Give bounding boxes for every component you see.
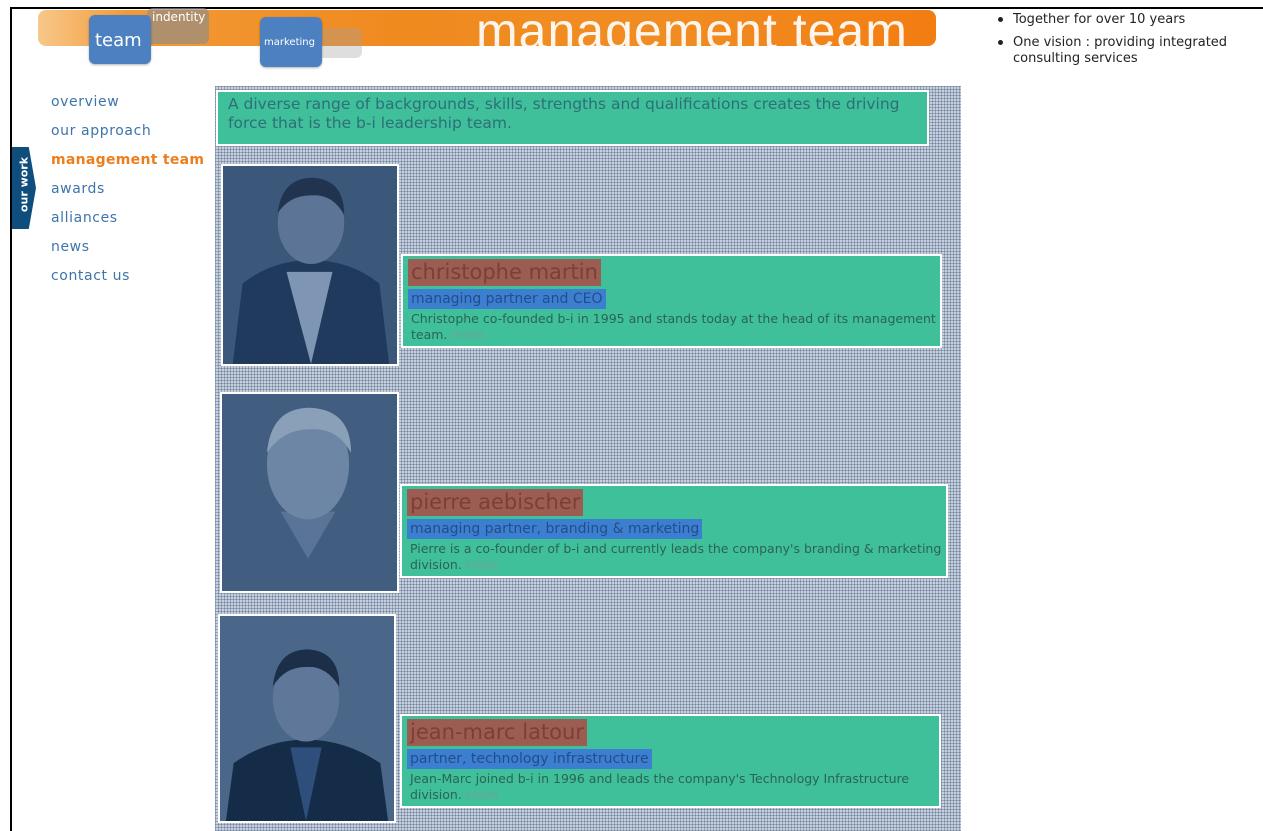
nav-overview[interactable]: overview [51, 93, 204, 122]
identity-tile[interactable]: indentity [147, 8, 209, 44]
nav-our-approach[interactable]: our approach [51, 122, 204, 151]
more-link[interactable]: more [451, 327, 483, 342]
sidebar-nav: overview our approach management team aw… [51, 93, 204, 296]
nav-awards[interactable]: awards [51, 180, 204, 209]
member-name: pierre aebischer [407, 489, 584, 516]
marketing-tile[interactable]: marketing [260, 17, 322, 67]
nav-news[interactable]: news [51, 238, 204, 267]
our-work-label: our work [17, 156, 31, 213]
team-card: jean-marc latour partner, technology inf… [400, 714, 941, 808]
highlights-list: Together for over 10 years One vision : … [996, 12, 1258, 74]
intro-text: A diverse range of backgrounds, skills, … [216, 90, 929, 146]
team-card: christophe martin managing partner and C… [401, 254, 942, 348]
more-link[interactable]: more [466, 557, 498, 572]
member-role: managing partner and CEO [408, 289, 606, 309]
member-description: Christophe co-founded b-i in 1995 and st… [411, 311, 936, 342]
portrait-jean-marc-latour[interactable] [218, 614, 396, 823]
portrait-christophe-martin[interactable] [221, 164, 399, 366]
member-description: Jean-Marc joined b-i in 1996 and leads t… [410, 771, 910, 802]
member-name: christophe martin [408, 259, 601, 286]
nav-contact-us[interactable]: contact us [51, 267, 204, 296]
portrait-pierre-aebischer[interactable] [220, 392, 399, 593]
team-tile[interactable]: team [89, 15, 151, 64]
member-name: jean-marc latour [407, 719, 587, 746]
page-title: management team [476, 3, 908, 59]
more-link[interactable]: more [466, 787, 498, 802]
highlight-item: Together for over 10 years [996, 12, 1258, 28]
nav-alliances[interactable]: alliances [51, 209, 204, 238]
member-role: managing partner, branding & marketing [407, 519, 703, 539]
member-description: Pierre is a co-founder of b-i and curren… [410, 541, 942, 572]
highlight-item: One vision : providing integrated consul… [996, 35, 1258, 67]
nav-management-team[interactable]: management team [51, 151, 204, 180]
team-card: pierre aebischer managing partner, brand… [400, 484, 948, 578]
member-role: partner, technology infrastructure [407, 749, 652, 769]
